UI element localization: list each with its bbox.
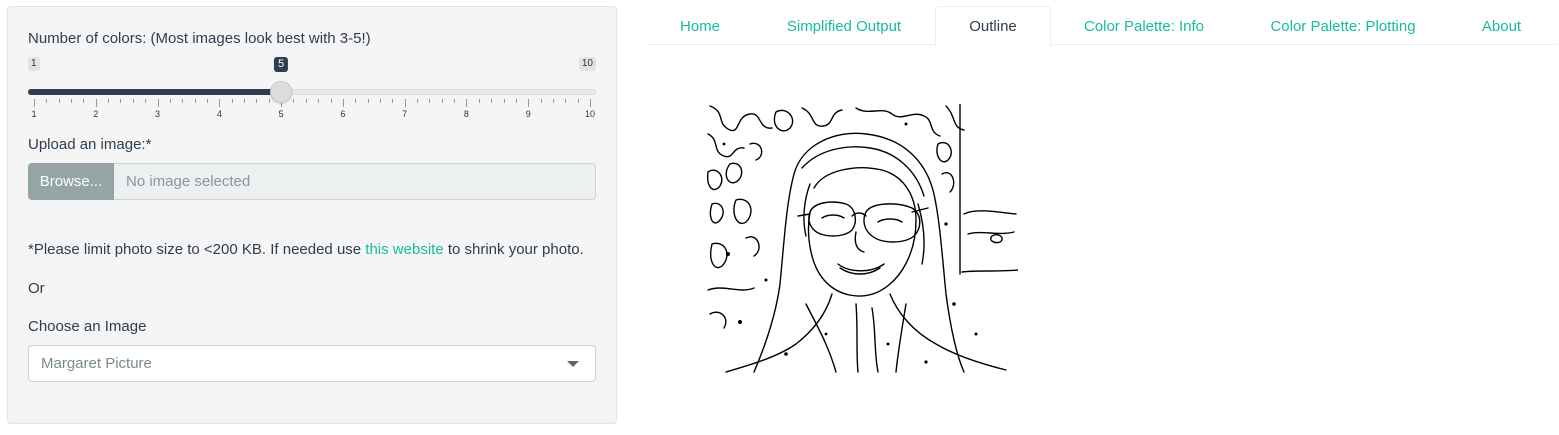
tab-simplified-output[interactable]: Simplified Output <box>758 6 930 46</box>
choose-image-select[interactable]: Margaret Picture <box>28 345 596 382</box>
choose-image-selected: Margaret Picture <box>41 355 152 372</box>
slider-min-label: 1 <box>28 57 40 71</box>
slider-minor-tick <box>268 99 270 103</box>
slider-tick-label: 5 <box>278 109 284 119</box>
file-name-field[interactable]: No image selected <box>114 163 596 200</box>
slider-minor-tick <box>392 99 394 103</box>
slider-tick <box>95 99 97 107</box>
slider-minor-tick <box>256 99 258 103</box>
slider-minor-tick <box>565 99 567 103</box>
size-note: *Please limit photo size to <200 KB. If … <box>28 241 584 258</box>
slider-minor-tick <box>478 99 480 103</box>
tab-about[interactable]: About <box>1463 6 1540 46</box>
slider-minor-tick <box>367 99 369 103</box>
choose-image-label: Choose an Image <box>28 318 147 335</box>
size-note-suffix: to shrink your photo. <box>443 241 584 258</box>
slider-minor-tick <box>46 99 48 103</box>
outline-image <box>706 104 1018 374</box>
slider-minor-tick <box>231 99 233 103</box>
slider-minor-tick <box>417 99 419 103</box>
slider-tick <box>590 99 591 107</box>
slider-minor-tick <box>305 99 307 103</box>
slider-tick <box>528 99 530 107</box>
slider-minor-tick <box>108 99 110 103</box>
num-colors-slider[interactable]: 1 10 5 1 2 3 4 5 6 7 8 9 10 <box>28 57 596 119</box>
tab-home[interactable]: Home <box>648 6 752 46</box>
slider-max-label: 10 <box>578 57 596 71</box>
slider-minor-tick <box>503 99 505 103</box>
slider-minor-tick <box>58 99 60 103</box>
slider-tick <box>157 99 159 107</box>
sidebar-panel: Number of colors: (Most images look best… <box>7 6 617 424</box>
slider-minor-tick <box>515 99 517 103</box>
upload-label: Upload an image:* <box>28 136 152 153</box>
slider-tick-label: 8 <box>463 109 469 119</box>
chevron-down-icon <box>567 361 579 367</box>
slider-minor-tick <box>330 99 332 103</box>
tab-outline[interactable]: Outline <box>935 6 1051 46</box>
slider-tick <box>342 99 344 107</box>
slider-minor-tick <box>145 99 147 103</box>
slider-label: Number of colors: (Most images look best… <box>28 30 371 47</box>
slider-minor-tick <box>206 99 208 103</box>
tab-color-palette-info[interactable]: Color Palette: Info <box>1058 6 1230 46</box>
slider-tick-label: 2 <box>93 109 99 119</box>
tab-color-palette-plotting[interactable]: Color Palette: Plotting <box>1248 6 1438 46</box>
slider-minor-tick <box>429 99 431 103</box>
slider-minor-tick <box>83 99 85 103</box>
or-text: Or <box>28 280 45 297</box>
tab-bar: Home Simplified Output Outline Color Pal… <box>648 6 1558 46</box>
slider-minor-tick <box>577 99 579 103</box>
slider-minor-tick <box>182 99 184 103</box>
slider-minor-tick <box>169 99 171 103</box>
slider-tick-label: 3 <box>155 109 161 119</box>
file-upload[interactable]: Browse... No image selected <box>28 163 596 200</box>
slider-tick-label: 6 <box>340 109 346 119</box>
slider-minor-tick <box>71 99 73 103</box>
slider-minor-tick <box>441 99 443 103</box>
slider-minor-tick <box>355 99 357 103</box>
slider-tick-label: 7 <box>402 109 408 119</box>
slider-minor-tick <box>491 99 493 103</box>
slider-minor-tick <box>293 99 295 103</box>
slider-minor-tick <box>454 99 456 103</box>
browse-button[interactable]: Browse... <box>28 163 114 200</box>
shrink-website-link[interactable]: this website <box>365 241 443 258</box>
slider-tick-label: 4 <box>216 109 222 119</box>
slider-tick <box>219 99 221 107</box>
slider-tick <box>404 99 406 107</box>
slider-minor-tick <box>194 99 196 103</box>
slider-tick-label: 1 <box>31 109 37 119</box>
slider-tick-label: 9 <box>525 109 531 119</box>
slider-fill <box>28 89 282 95</box>
slider-tick <box>34 99 35 107</box>
slider-tick <box>466 99 468 107</box>
slider-minor-tick <box>244 99 246 103</box>
slider-minor-tick <box>120 99 122 103</box>
slider-minor-tick <box>132 99 134 103</box>
slider-minor-tick <box>540 99 542 103</box>
slider-tick-label: 10 <box>584 109 596 119</box>
size-note-prefix: *Please limit photo size to <200 KB. If … <box>28 241 366 258</box>
slider-handle[interactable] <box>270 81 293 103</box>
slider-minor-tick <box>552 99 554 103</box>
slider-minor-tick <box>379 99 381 103</box>
slider-minor-tick <box>318 99 320 103</box>
slider-value-bubble: 5 <box>274 57 289 72</box>
